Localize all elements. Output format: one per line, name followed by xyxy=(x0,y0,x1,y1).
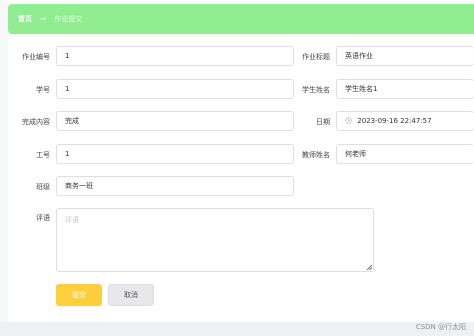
date-picker[interactable]: 2023-09-16 22:47:57 xyxy=(336,111,474,131)
resize-handle-icon[interactable] xyxy=(366,264,372,270)
homework-id-field[interactable]: 1 xyxy=(56,46,294,66)
footer-strip xyxy=(0,322,474,336)
student-id-field[interactable]: 1 xyxy=(56,79,294,99)
work-id-field[interactable]: 1 xyxy=(56,144,294,164)
cancel-button[interactable]: 取消 xyxy=(108,284,154,306)
comment-textarea[interactable]: 评语 xyxy=(56,208,374,272)
clock-icon xyxy=(345,117,354,125)
completion-label: 完成内容 xyxy=(22,118,50,126)
class-field[interactable]: 商务一班 xyxy=(56,176,294,196)
student-id-label: 学号 xyxy=(36,86,50,94)
date-value: 2023-09-16 22:47:57 xyxy=(357,117,432,125)
comment-placeholder: 评语 xyxy=(65,216,79,224)
homework-id-label: 作业编号 xyxy=(22,53,50,61)
date-label: 日期 xyxy=(316,118,330,126)
class-label: 班级 xyxy=(36,183,50,191)
student-name-label: 学生姓名 xyxy=(302,86,330,94)
breadcrumb-header: 首页 → 作业提交 xyxy=(8,4,474,34)
teacher-name-label: 教师姓名 xyxy=(302,151,330,159)
watermark: CSDN @行太阳 xyxy=(415,323,466,331)
submit-button[interactable]: 提交 xyxy=(56,284,102,306)
homework-title-field[interactable]: 英语作业 xyxy=(336,46,474,66)
breadcrumb-current: 作业提交 xyxy=(54,15,83,23)
completion-field[interactable]: 完成 xyxy=(56,111,294,131)
homework-title-label: 作业标题 xyxy=(302,53,330,61)
breadcrumb-home[interactable]: 首页 xyxy=(18,15,32,23)
student-name-field[interactable]: 学生姓名1 xyxy=(336,79,474,99)
work-id-label: 工号 xyxy=(36,151,50,159)
teacher-name-field[interactable]: 何老师 xyxy=(336,144,474,164)
breadcrumb: 首页 → 作业提交 xyxy=(18,14,82,24)
comment-label: 评语 xyxy=(36,214,50,222)
breadcrumb-separator: → xyxy=(40,15,47,23)
